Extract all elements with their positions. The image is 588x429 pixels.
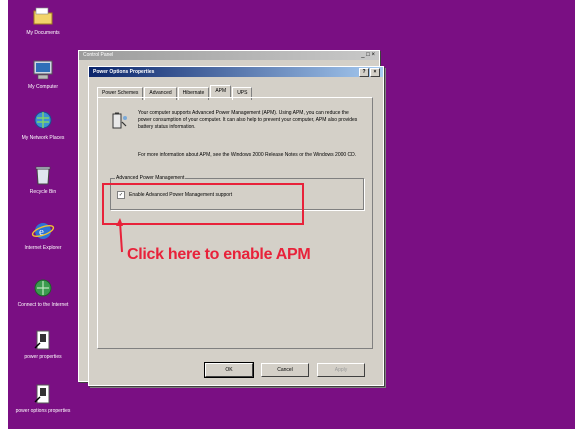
desktop-icon-recycle-bin[interactable]: Recycle Bin xyxy=(14,163,72,195)
dialog-title: Power Options Properties xyxy=(93,69,155,75)
ok-button[interactable]: OK xyxy=(204,362,254,378)
desktop-icon-label: Internet Explorer xyxy=(24,245,62,251)
computer-icon xyxy=(31,58,55,82)
window-title: Control Panel xyxy=(79,51,379,60)
folder-icon xyxy=(31,4,55,28)
connect-icon xyxy=(31,276,55,300)
desktop-icon-my-documents[interactable]: My Documents xyxy=(14,4,72,36)
battery-icon xyxy=(110,112,128,130)
desktop-icon-network-places[interactable]: My Network Places xyxy=(14,109,72,141)
dialog-buttons: OK Cancel Apply xyxy=(204,362,365,378)
desktop-icon-label: Connect to the Internet xyxy=(17,302,69,308)
desktop-icon-label: My Network Places xyxy=(21,135,65,141)
internet-explorer-icon: e xyxy=(31,219,55,243)
desktop-icon-power-properties[interactable]: power properties xyxy=(14,328,72,360)
help-button[interactable]: ? xyxy=(359,68,369,77)
desktop-icon-label: My Documents xyxy=(26,30,60,36)
desktop-icon-label: Recycle Bin xyxy=(29,189,57,195)
desktop-icon-connect-internet[interactable]: Connect to the Internet xyxy=(14,276,72,308)
window-controls[interactable]: _ □ × xyxy=(361,52,375,58)
desktop-icon-internet-explorer[interactable]: e Internet Explorer xyxy=(14,219,72,251)
apm-more-info: For more information about APM, see the … xyxy=(138,152,357,158)
desktop-icon-label: power options properties xyxy=(15,408,71,414)
apply-button[interactable]: Apply xyxy=(317,363,365,377)
shortcut-icon xyxy=(31,328,55,352)
desktop-icon-power-options[interactable]: power options properties xyxy=(14,382,72,414)
recycle-bin-icon xyxy=(31,163,55,187)
apm-group-label: Advanced Power Management xyxy=(115,175,186,181)
shortcut-icon xyxy=(31,382,55,406)
dialog-title-bar[interactable]: Power Options Properties ? × xyxy=(89,67,383,77)
desktop-icon-my-computer[interactable]: My Computer xyxy=(14,58,72,90)
network-icon xyxy=(31,109,55,133)
desktop: My Documents My Computer My Network Plac… xyxy=(8,0,575,429)
cancel-button[interactable]: Cancel xyxy=(261,363,309,377)
desktop-icon-label: power properties xyxy=(24,354,62,360)
apm-description: Your computer supports Advanced Power Ma… xyxy=(138,110,358,130)
svg-text:e: e xyxy=(39,226,44,238)
annotation-text: Click here to enable APM xyxy=(127,246,311,263)
desktop-icon-label: My Computer xyxy=(27,84,58,90)
close-button[interactable]: × xyxy=(370,68,380,77)
